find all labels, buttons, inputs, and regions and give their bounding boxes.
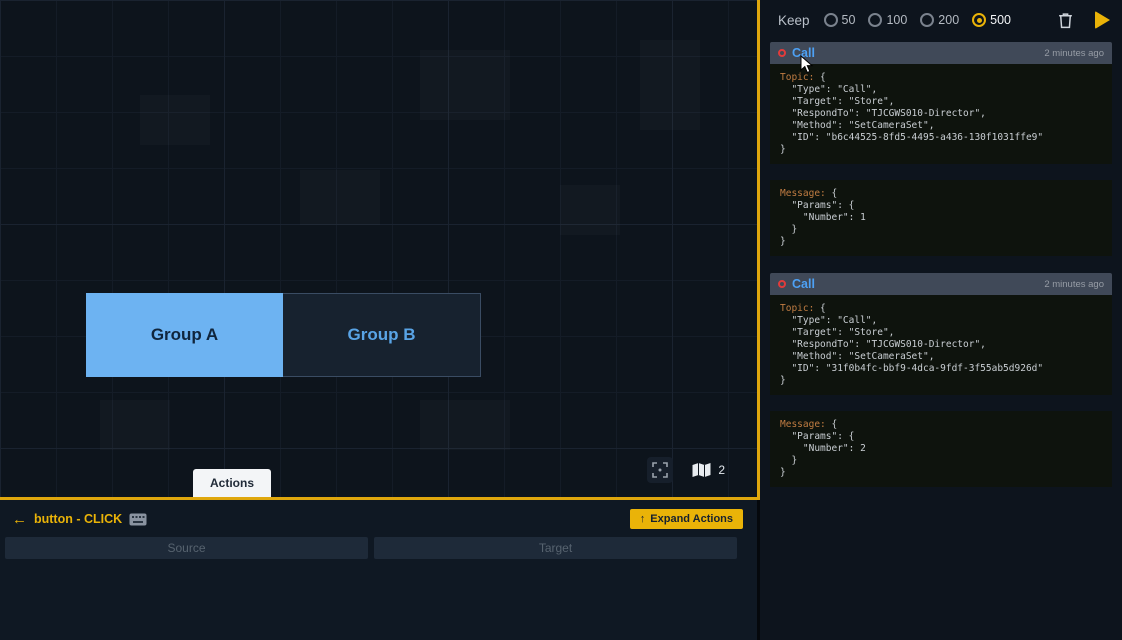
message-card: Call 2 minutes ago Topic: { "Type": "Cal… — [770, 273, 1112, 487]
canvas-ghost-node — [420, 400, 510, 450]
group-b-button[interactable]: Group B — [283, 293, 481, 377]
keep-option-200[interactable]: 200 — [920, 13, 959, 27]
status-circle-icon — [778, 280, 786, 288]
message-title: Call — [792, 277, 815, 291]
app-root: Group A Group B Actions — [0, 0, 1122, 640]
keep-options: 50 100 200 500 — [824, 13, 1011, 27]
keep-option-50[interactable]: 50 — [824, 13, 856, 27]
code-block-label: Topic: — [780, 303, 814, 314]
message-header[interactable]: Call 2 minutes ago — [770, 273, 1112, 295]
actions-tab[interactable]: Actions — [193, 469, 271, 497]
code-block: Topic: { "Type": "Call", "Target": "Stor… — [770, 295, 1112, 395]
source-target-row — [0, 534, 757, 559]
status-circle-icon — [778, 49, 786, 57]
canvas-controls: 2 — [647, 457, 725, 483]
keep-option-label: 500 — [990, 13, 1011, 27]
radio-icon — [824, 13, 838, 27]
clear-log-button[interactable] — [1058, 12, 1073, 29]
fit-view-button[interactable] — [647, 457, 673, 483]
canvas-ghost-node — [300, 170, 380, 225]
message-title: Call — [792, 46, 815, 60]
radio-icon — [868, 13, 882, 27]
flow-canvas[interactable]: Group A Group B Actions — [0, 0, 760, 500]
keyboard-icon — [129, 513, 147, 526]
message-timestamp: 2 minutes ago — [1044, 279, 1104, 290]
code-block-label: Topic: — [780, 72, 814, 83]
left-column: Group A Group B Actions — [0, 0, 760, 640]
canvas-ghost-node — [100, 400, 170, 450]
keep-option-label: 200 — [938, 13, 959, 27]
expand-actions-button[interactable]: ↑ Expand Actions — [630, 509, 743, 529]
message-header[interactable]: Call 2 minutes ago — [770, 42, 1112, 64]
play-button[interactable] — [1095, 11, 1110, 29]
target-input[interactable] — [374, 537, 737, 559]
trash-icon — [1058, 12, 1073, 29]
group-a-button[interactable]: Group A — [86, 293, 283, 377]
keep-option-100[interactable]: 100 — [868, 13, 907, 27]
code-block-body: { "Type": "Call", "Target": "Store", "Re… — [780, 303, 1043, 386]
keep-option-label: 100 — [886, 13, 907, 27]
code-block-label: Message: — [780, 419, 826, 430]
actions-panel: ← button - CLICK ↑ Expand Actions — [0, 500, 760, 640]
code-block-body: { "Type": "Call", "Target": "Store", "Re… — [780, 72, 1043, 155]
fit-view-icon — [652, 462, 668, 478]
canvas-ghost-node — [560, 185, 620, 235]
minimap-count: 2 — [718, 463, 725, 477]
code-block: Message: { "Params": { "Number": 1 } } — [770, 180, 1112, 256]
message-card: Call 2 minutes ago Topic: { "Type": "Cal… — [770, 42, 1112, 256]
message-timestamp: 2 minutes ago — [1044, 48, 1104, 59]
keep-label: Keep — [778, 13, 810, 28]
group-buttons: Group A Group B — [86, 293, 481, 377]
radio-icon — [972, 13, 986, 27]
message-body: Topic: { "Type": "Call", "Target": "Stor… — [770, 295, 1112, 487]
expand-arrow-icon: ↑ — [640, 513, 646, 525]
keep-option-500[interactable]: 500 — [972, 13, 1011, 27]
expand-actions-label: Expand Actions — [650, 513, 733, 525]
code-block: Message: { "Params": { "Number": 2 } } — [770, 411, 1112, 487]
canvas-ghost-node — [140, 95, 210, 145]
code-block: Topic: { "Type": "Call", "Target": "Stor… — [770, 64, 1112, 164]
message-list: Call 2 minutes ago Topic: { "Type": "Cal… — [760, 40, 1122, 640]
message-log-panel: Keep 50 100 200 500 Call 2 minutes ago Topi… — [760, 0, 1122, 640]
radio-icon — [920, 13, 934, 27]
map-icon — [691, 462, 712, 478]
canvas-ghost-node — [420, 50, 510, 120]
canvas-ghost-node — [640, 40, 700, 130]
minimap-button[interactable]: 2 — [691, 462, 725, 478]
code-block-label: Message: — [780, 188, 826, 199]
back-arrow-icon[interactable]: ← — [12, 512, 27, 527]
log-toolbar: Keep 50 100 200 500 — [760, 0, 1122, 40]
keep-option-label: 50 — [842, 13, 856, 27]
actions-panel-header: ← button - CLICK ↑ Expand Actions — [0, 500, 757, 534]
source-input[interactable] — [5, 537, 368, 559]
action-title: button - CLICK — [34, 512, 122, 526]
message-body: Topic: { "Type": "Call", "Target": "Stor… — [770, 64, 1112, 256]
